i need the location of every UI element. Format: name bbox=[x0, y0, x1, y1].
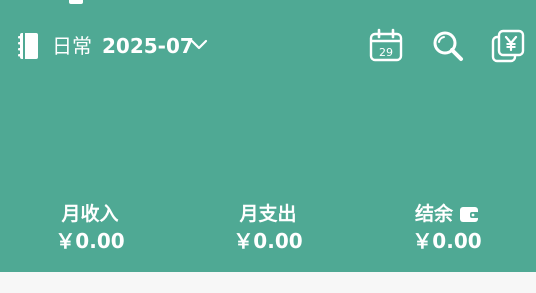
income-label: 月收入 bbox=[61, 203, 119, 225]
yuan-copy-icon bbox=[491, 29, 525, 63]
month-selector[interactable]: 2025-07 bbox=[102, 33, 194, 59]
yuan-copy-button[interactable] bbox=[490, 28, 526, 64]
calendar-icon: 29 bbox=[369, 28, 403, 62]
wallet-icon[interactable] bbox=[459, 205, 479, 223]
chevron-down-icon[interactable] bbox=[189, 37, 209, 53]
balance-label-row: 结余 bbox=[357, 200, 536, 228]
expense-label: 月支出 bbox=[239, 203, 297, 225]
balance-value: ￥0.00 bbox=[412, 229, 482, 253]
header-panel: 日常 2025-07 29 月收入 ￥0.00 月支出 ￥0.00 结余 ￥0.… bbox=[0, 0, 536, 272]
search-icon bbox=[433, 31, 463, 61]
top-bar: 日常 2025-07 29 bbox=[0, 22, 536, 70]
search-button[interactable] bbox=[430, 28, 466, 64]
ledger-name[interactable]: 日常 bbox=[52, 33, 92, 59]
status-bar-fragment bbox=[69, 0, 83, 4]
balance-summary[interactable]: 结余 ￥0.00 bbox=[357, 200, 536, 254]
income-summary: 月收入 ￥0.00 bbox=[0, 200, 180, 254]
calendar-button[interactable]: 29 bbox=[368, 28, 404, 64]
balance-label: 结余 bbox=[414, 203, 453, 225]
ledger-book-icon[interactable] bbox=[13, 31, 41, 61]
expense-value: ￥0.00 bbox=[233, 229, 303, 253]
income-value: ￥0.00 bbox=[55, 229, 125, 253]
calendar-day: 29 bbox=[379, 46, 393, 59]
expense-summary: 月支出 ￥0.00 bbox=[178, 200, 358, 254]
